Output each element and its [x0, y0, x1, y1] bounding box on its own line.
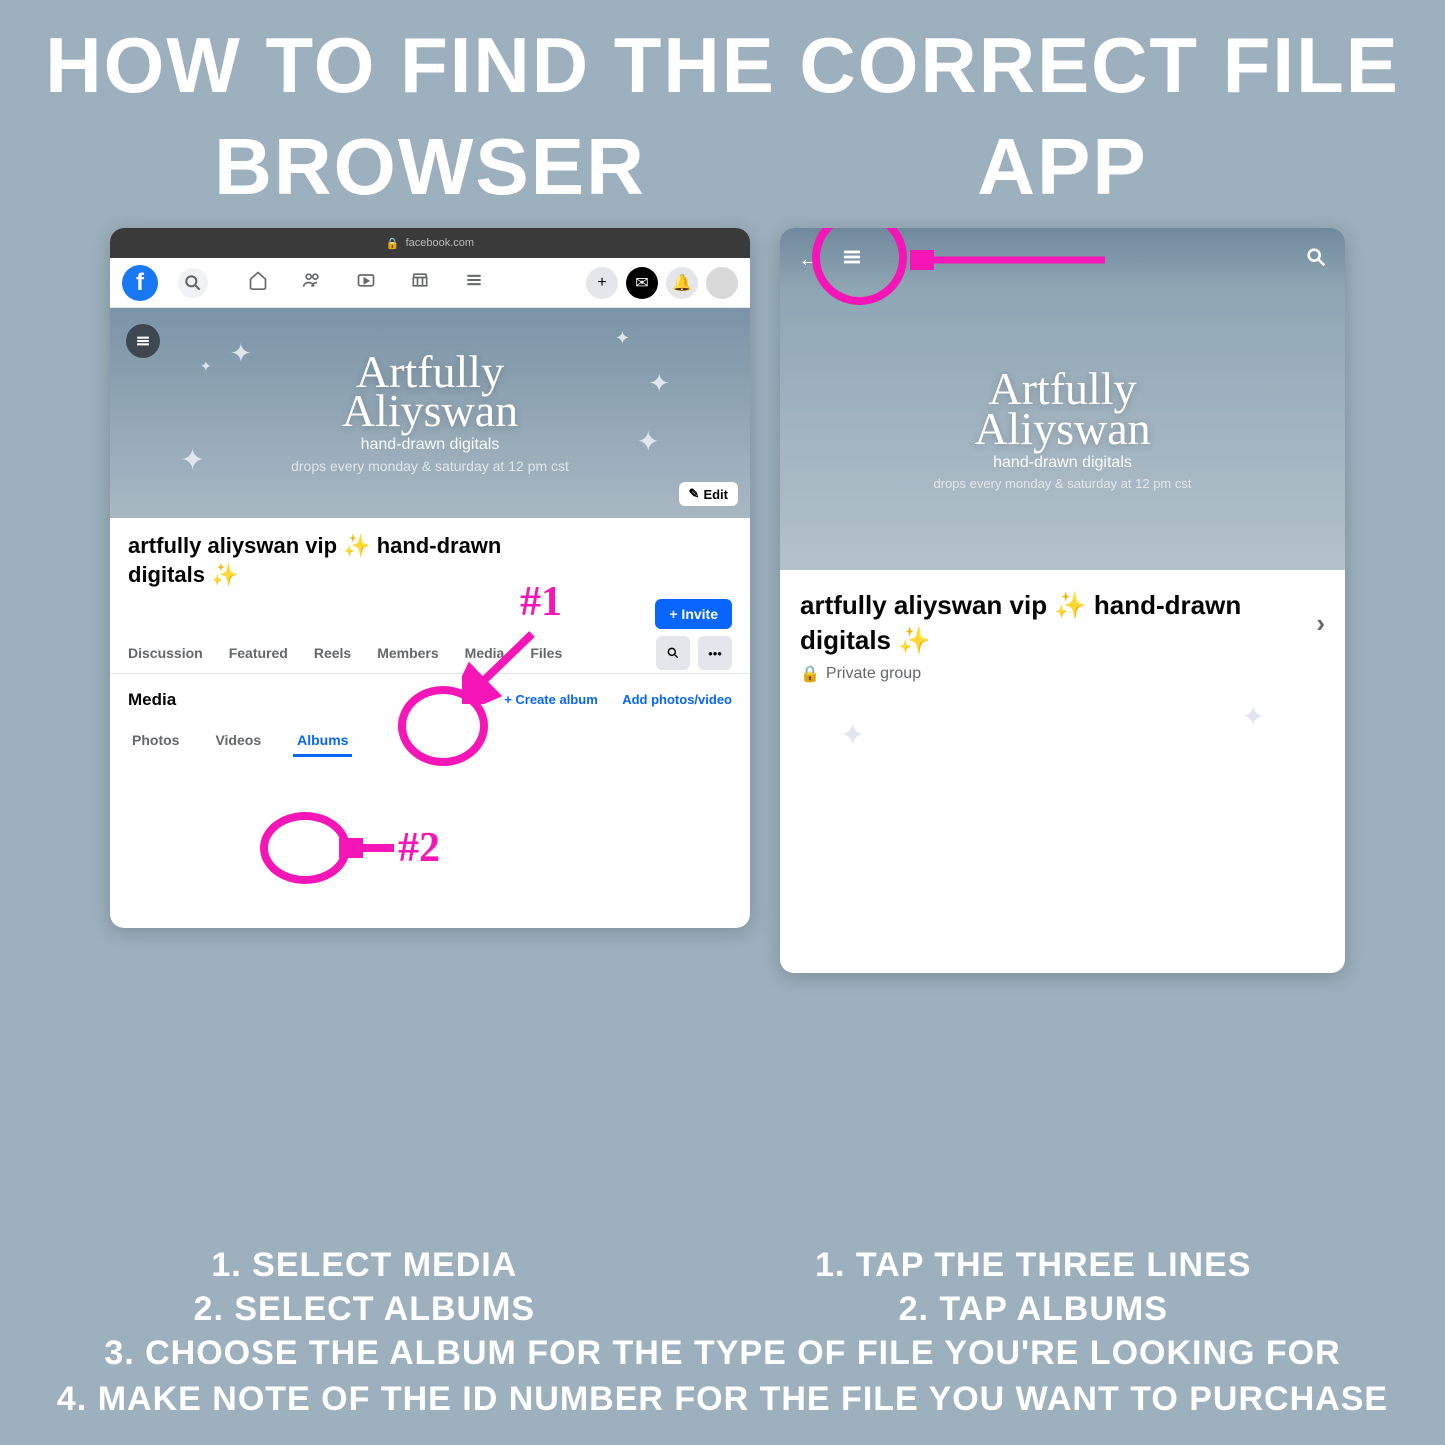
search-icon [183, 273, 203, 293]
instructions: 1. SELECT MEDIA 2. SELECT ALBUMS 1. TAP … [0, 1243, 1445, 1423]
app-column: APP ← ✦ ✦ ✦ ✦ ✦ [780, 121, 1345, 973]
edit-button[interactable]: ✎Edit [679, 482, 738, 506]
notifications-button[interactable]: 🔔 [666, 267, 698, 299]
instruction-line: 2. SELECT ALBUMS [194, 1287, 536, 1331]
brand-name-line2: Aliyswan [342, 391, 518, 430]
instruction-line: 1. TAP THE THREE LINES [815, 1243, 1251, 1287]
hamburger-icon[interactable] [464, 270, 484, 295]
brand-logo: Artfully Aliyswan hand-drawn digitals [342, 352, 518, 454]
brand-tagline: hand-drawn digitals [934, 454, 1192, 472]
instruction-line: 3. CHOOSE THE ALBUM FOR THE TYPE OF FILE… [0, 1331, 1445, 1377]
brand-tagline: hand-drawn digitals [342, 436, 518, 454]
messenger-button[interactable]: ✉ [626, 267, 658, 299]
hamburger-icon [133, 331, 153, 351]
app-search-button[interactable] [1305, 246, 1327, 273]
subtab-videos[interactable]: Videos [211, 726, 265, 757]
search-button[interactable] [178, 268, 208, 298]
profile-avatar[interactable] [706, 267, 738, 299]
browser-column: BROWSER 🔒 facebook.com f + [110, 121, 750, 973]
create-button[interactable]: + [586, 267, 618, 299]
invite-button[interactable]: + Invite [655, 599, 732, 629]
facebook-logo[interactable]: f [122, 265, 158, 301]
group-tabs: Discussion Featured Reels Members Media … [110, 633, 750, 674]
tab-more-button[interactable]: ••• [698, 636, 732, 670]
shared-instructions: 3. CHOOSE THE ALBUM FOR THE TYPE OF FILE… [0, 1331, 1445, 1423]
subtab-albums[interactable]: Albums [293, 726, 352, 757]
annotation-arrow-1 [462, 626, 542, 704]
app-content-area [780, 714, 1345, 973]
app-brand-logo: Artfully Aliyswan hand-drawn digitals dr… [934, 369, 1192, 490]
tab-featured[interactable]: Featured [229, 633, 288, 673]
tab-members[interactable]: Members [377, 633, 438, 673]
chevron-right-icon: › [1316, 606, 1325, 641]
lock-icon: 🔒 [800, 664, 820, 684]
browser-url-bar: 🔒 facebook.com [110, 228, 750, 258]
browser-heading: BROWSER [214, 121, 646, 213]
subtab-photos[interactable]: Photos [128, 726, 183, 757]
app-group-cover: ✦ ✦ ✦ ✦ ✦ ✦ Artfully Aliyswan hand-drawn… [780, 290, 1345, 570]
annotation-arrow-2 [339, 838, 399, 858]
app-group-title[interactable]: artfully aliyswan vip ✨ hand-drawn digit… [780, 570, 1345, 658]
url-text: facebook.com [406, 237, 474, 249]
home-icon[interactable] [248, 270, 268, 295]
privacy-label: 🔒 Private group [780, 658, 1345, 714]
search-icon [666, 646, 680, 660]
tab-search-button[interactable] [656, 636, 690, 670]
browser-instructions: 1. SELECT MEDIA 2. SELECT ALBUMS [194, 1243, 536, 1331]
media-section-title: Media [128, 690, 176, 710]
add-photos-link[interactable]: Add photos/video [622, 692, 732, 707]
annotation-circle-2 [260, 812, 350, 884]
instruction-line: 1. SELECT MEDIA [194, 1243, 536, 1287]
group-cover: ✦ ✦ ✦ ✦ ✦ ✦ Artfully Aliyswan hand-drawn… [110, 308, 750, 518]
tab-discussion[interactable]: Discussion [128, 633, 203, 673]
annotation-label-2: #2 [398, 824, 440, 872]
browser-screenshot: 🔒 facebook.com f + ✉ 🔔 [110, 228, 750, 928]
tab-reels[interactable]: Reels [314, 633, 351, 673]
schedule-text: drops every monday & saturday at 12 pm c… [934, 476, 1192, 491]
app-screenshot: ← ✦ ✦ ✦ ✦ ✦ ✦ Ar [780, 228, 1345, 973]
page-title: HOW TO FIND THE CORRECT FILE [0, 0, 1445, 111]
search-icon [1305, 246, 1327, 268]
group-title: artfully aliyswan vip ✨ hand-drawn digit… [128, 532, 508, 589]
group-menu-button[interactable] [126, 324, 160, 358]
instruction-line: 2. TAP ALBUMS [815, 1287, 1251, 1331]
app-heading: APP [977, 121, 1148, 213]
annotation-arrow-app [910, 250, 1110, 270]
watch-icon[interactable] [356, 270, 376, 295]
friends-icon[interactable] [302, 270, 322, 295]
annotation-label-1: #1 [520, 578, 562, 626]
facebook-top-nav: f + ✉ 🔔 [110, 258, 750, 308]
app-instructions: 1. TAP THE THREE LINES 2. TAP ALBUMS [815, 1243, 1251, 1331]
instruction-line: 4. MAKE NOTE OF THE ID NUMBER FOR THE FI… [0, 1377, 1445, 1423]
lock-icon: 🔒 [386, 237, 400, 250]
schedule-text: drops every monday & saturday at 12 pm c… [291, 458, 569, 474]
brand-name-line2: Aliyswan [934, 409, 1192, 448]
marketplace-icon[interactable] [410, 270, 430, 295]
pencil-icon: ✎ [689, 486, 700, 502]
